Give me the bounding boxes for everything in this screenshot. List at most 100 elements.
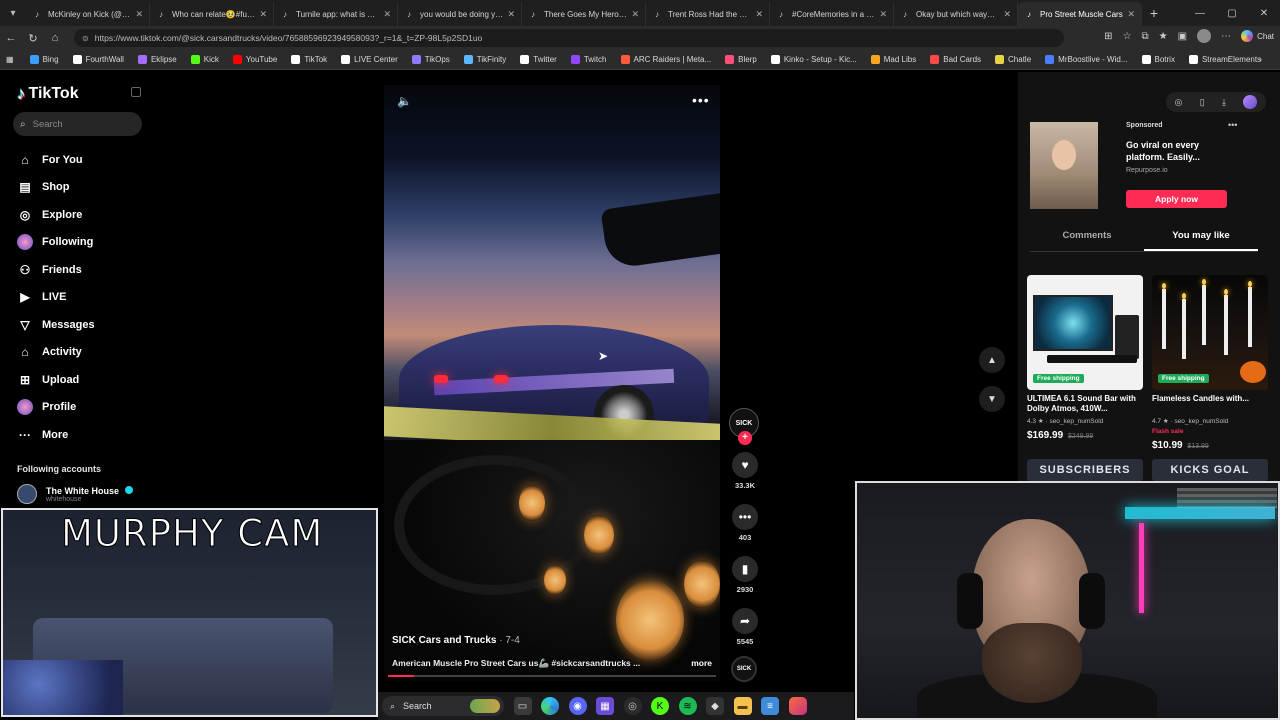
close-tab-icon[interactable]: ✕	[1127, 9, 1135, 20]
like-action[interactable]: ♥ 33.3K	[729, 452, 761, 490]
nav-item-friends[interactable]: ⚇ Friends	[17, 256, 95, 284]
minimize-icon[interactable]: —	[1184, 8, 1216, 19]
bookmark-item[interactable]: TikTok	[291, 55, 327, 64]
bookmark-item[interactable]: Blerp	[725, 55, 757, 64]
nav-item-explore[interactable]: ◎ Explore	[17, 201, 95, 229]
bookmarks-overflow-icon[interactable]: ›	[1259, 54, 1262, 64]
apps-icon[interactable]: ▦	[6, 55, 14, 64]
bookmark-item[interactable]: Kinko - Setup - Kic...	[770, 55, 857, 64]
profile-avatar[interactable]	[1197, 29, 1212, 43]
save-action[interactable]: ▮ 2930	[729, 556, 761, 594]
tab-actions-menu-icon[interactable]: ▾	[0, 0, 26, 26]
following-account-item[interactable]: The White House whitehouse	[17, 484, 133, 504]
close-tab-icon[interactable]: ✕	[135, 9, 143, 20]
bookmark-item[interactable]: Twitch	[570, 55, 607, 64]
app-grid-icon[interactable]: ▦	[596, 697, 614, 715]
favorites-icon[interactable]: ★	[1159, 31, 1168, 42]
bookmark-item[interactable]: ARC Raiders | Meta...	[620, 55, 711, 64]
back-icon[interactable]: ←	[0, 32, 22, 44]
browser-tab[interactable]: ♪ There Goes My Hero — Sc ✕	[522, 2, 646, 26]
video-progress-bar[interactable]	[388, 675, 716, 677]
bookmark-item[interactable]: TikOps	[411, 55, 450, 64]
close-tab-icon[interactable]: ✕	[507, 9, 515, 20]
nav-item-upload[interactable]: ⊞ Upload	[17, 366, 95, 394]
notepad-icon[interactable]: ≡	[761, 697, 779, 715]
bookmark-item[interactable]: Kick	[190, 55, 219, 64]
creator-avatar[interactable]: SICK +	[729, 408, 759, 445]
bookmark-item[interactable]: Chatle	[995, 55, 1031, 64]
settings-more-icon[interactable]: ⋯	[1221, 31, 1231, 42]
bookmark-item[interactable]: Twitter	[520, 55, 557, 64]
copilot-chat-button[interactable]: Chat	[1241, 30, 1274, 42]
nav-item-for-you[interactable]: ⌂ For You	[17, 146, 95, 174]
sound-disc[interactable]: SICK	[731, 656, 757, 682]
close-tab-icon[interactable]: ✕	[879, 9, 887, 20]
tiktok-logo[interactable]: ♪ TikTok	[17, 84, 79, 104]
user-avatar[interactable]	[1243, 95, 1258, 109]
tab-you-may-like[interactable]: You may like	[1144, 230, 1258, 251]
device-icon[interactable]: ▯	[1200, 97, 1205, 108]
close-tab-icon[interactable]: ✕	[259, 9, 267, 20]
nav-item-shop[interactable]: ▤ Shop	[17, 174, 95, 202]
site-info-icon[interactable]: ⊜	[82, 34, 89, 43]
file-explorer-icon[interactable]: ▬	[733, 697, 752, 715]
nav-item-profile[interactable]: Profile	[17, 394, 95, 422]
spotify-icon[interactable]: ≋	[678, 697, 697, 715]
previous-video-chevron-up-icon[interactable]: ▲	[979, 347, 1005, 373]
browser-tab[interactable]: ♪ Who can relate🥹#funny #✕	[150, 2, 274, 26]
browser-tab[interactable]: ♪ Okay but which way?? I go ✕	[894, 2, 1018, 26]
extensions-icon[interactable]: ⧉	[1142, 31, 1149, 42]
nav-item-messages[interactable]: ▽ Messages	[17, 311, 94, 339]
video-player[interactable]: ➤	[384, 85, 720, 681]
browser-tab[interactable]: ♪ #CoreMemories in a #Lam✕	[770, 2, 894, 26]
nav-item-following[interactable]: Following	[17, 229, 95, 257]
task-view-icon[interactable]: ▭	[513, 697, 532, 715]
next-video-chevron-down-icon[interactable]: ▼	[979, 386, 1005, 412]
bookmark-item[interactable]: StreamElements	[1188, 55, 1261, 64]
split-screen-icon[interactable]: ⊞	[1104, 31, 1112, 42]
instagram-icon[interactable]	[788, 697, 807, 715]
bookmark-item[interactable]: MrBoostlive - Wid...	[1045, 55, 1128, 64]
nav-item-live[interactable]: ▶ LIVE	[17, 284, 95, 312]
close-tab-icon[interactable]: ✕	[1003, 9, 1011, 20]
download-icon[interactable]: ⤓	[1222, 97, 1226, 108]
home-icon[interactable]: ⌂	[44, 32, 66, 44]
close-tab-icon[interactable]: ✕	[755, 9, 763, 20]
steam-icon[interactable]: ◆	[706, 697, 724, 715]
comment-action[interactable]: ••• 403	[729, 504, 761, 542]
refresh-icon[interactable]: ↻	[22, 32, 44, 45]
discord-icon[interactable]: ◉	[568, 697, 587, 715]
share-action[interactable]: ➦ 5545	[729, 608, 761, 646]
search-input[interactable]: ⌕ Search	[13, 112, 142, 136]
bookmark-item[interactable]: TikFinity	[463, 55, 506, 64]
close-window-icon[interactable]: ✕	[1248, 8, 1280, 19]
ad-thumbnail[interactable]	[1030, 122, 1098, 209]
new-tab-button[interactable]: +	[1142, 5, 1166, 21]
tab-comments[interactable]: Comments	[1030, 230, 1144, 251]
favorite-star-icon[interactable]: ☆	[1123, 31, 1132, 42]
bookmark-item[interactable]: Bing	[29, 55, 59, 64]
nav-item-activity[interactable]: ⌂ Activity	[17, 339, 95, 367]
collapse-sidebar-icon[interactable]	[131, 87, 141, 97]
bookmark-item[interactable]: Eklipse	[137, 55, 177, 64]
browser-tab[interactable]: ♪ Trent Ross Had the Wheel✕	[646, 2, 770, 26]
browser-tab[interactable]: ♪ you would be doing yours ✕	[398, 2, 522, 26]
product-card[interactable]: Free shipping Flameless Candles with... …	[1152, 275, 1268, 451]
volume-icon[interactable]: 🔈	[397, 94, 412, 108]
product-card[interactable]: Free shipping ULTIMEA 6.1 Sound Bar with…	[1027, 275, 1143, 451]
obs-icon[interactable]: ◎	[623, 697, 642, 715]
collections-icon[interactable]: ▣	[1178, 31, 1187, 42]
url-field[interactable]: ⊜ https://www.tiktok.com/@sick.carsandtr…	[74, 29, 1064, 47]
taskbar-search[interactable]: ⌕ Search	[382, 696, 504, 716]
bookmark-item[interactable]: Mad Libs	[870, 55, 916, 64]
close-tab-icon[interactable]: ✕	[631, 9, 639, 20]
nav-item-more[interactable]: ··· More	[17, 421, 95, 449]
browser-tab[interactable]: ♪ Pro Street Muscle Cars ✕	[1018, 2, 1142, 26]
apply-now-button[interactable]: Apply now	[1126, 190, 1227, 208]
video-more-icon[interactable]: •••	[692, 92, 710, 108]
bookmark-item[interactable]: FourthWall	[72, 55, 124, 64]
bookmark-item[interactable]: Bad Cards	[930, 55, 981, 64]
maximize-icon[interactable]: ▢	[1216, 8, 1248, 19]
close-tab-icon[interactable]: ✕	[383, 9, 391, 20]
ad-more-icon[interactable]: •••	[1228, 120, 1237, 130]
